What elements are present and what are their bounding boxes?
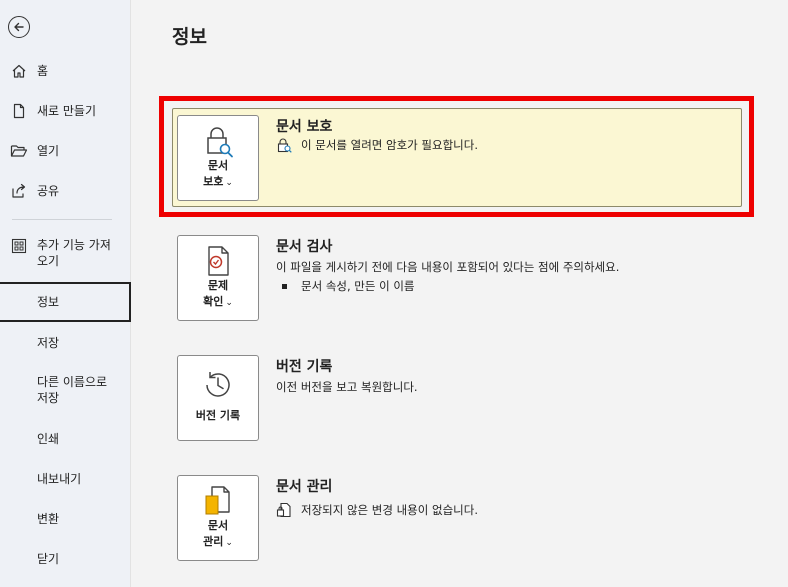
- section-title: 버전 기록: [276, 359, 333, 375]
- back-arrow-icon: [14, 22, 24, 32]
- sidebar-item-print[interactable]: 인쇄: [0, 430, 131, 448]
- sidebar-item-label: 열기: [37, 144, 60, 158]
- sidebar-item-save[interactable]: 저장: [0, 334, 131, 352]
- sidebar-divider: [12, 219, 112, 220]
- lock-search-icon: [276, 137, 292, 153]
- open-folder-icon: [10, 142, 28, 160]
- section-description: 이 파일을 게시하기 전에 다음 내용이 포함되어 있다는 점에 주의하세요.: [276, 260, 620, 274]
- sidebar-item-label: 변환: [37, 512, 60, 526]
- section-title: 문서 보호: [276, 119, 333, 135]
- sidebar-item-save-as[interactable]: 다른 이름으로 저장: [0, 374, 131, 408]
- bullet-icon: [282, 283, 287, 289]
- lock-icon: [201, 124, 235, 158]
- sidebar-item-export[interactable]: 내보내기: [0, 470, 131, 488]
- sidebar-item-close[interactable]: 닫기: [0, 550, 131, 568]
- home-icon: [10, 62, 28, 80]
- sidebar-item-info[interactable]: 정보: [0, 282, 131, 322]
- sidebar-item-label: 내보내기: [37, 472, 82, 486]
- sidebar-item-label: 인쇄: [37, 432, 60, 446]
- sidebar-item-home[interactable]: 홈: [0, 62, 131, 80]
- section-title: 문서 검사: [276, 239, 333, 255]
- history-icon: [201, 368, 235, 402]
- sidebar-item-open[interactable]: 열기: [0, 142, 131, 160]
- section-description: 이 문서를 열려면 암호가 필요합니다.: [276, 137, 478, 153]
- add-ins-icon: [10, 237, 28, 255]
- sidebar-item-label: 닫기: [37, 552, 60, 566]
- sidebar-item-label: 공유: [37, 184, 60, 198]
- chevron-down-icon: ⌄: [225, 178, 233, 188]
- document-lock-icon: [276, 502, 292, 518]
- sidebar-item-share[interactable]: 공유: [0, 182, 131, 200]
- chevron-down-icon: ⌄: [225, 298, 233, 308]
- chevron-down-icon: ⌄: [225, 538, 233, 548]
- sidebar-item-label: 추가 기능 가져 오기: [37, 238, 111, 268]
- manage-document-icon: [201, 484, 235, 518]
- inspect-document-icon: [201, 244, 235, 278]
- protect-document-button[interactable]: 문서 보호 ⌄: [177, 115, 259, 201]
- sidebar-item-label: 정보: [37, 295, 60, 309]
- version-history-button[interactable]: 버전 기록: [177, 355, 259, 441]
- page-title: 정보: [172, 26, 207, 48]
- sidebar-item-new[interactable]: 새로 만들기: [0, 102, 131, 120]
- sidebar-item-label: 홈: [37, 64, 49, 78]
- section-title: 문서 관리: [276, 479, 333, 495]
- sidebar-item-label: 다른 이름으로 저장: [37, 375, 108, 405]
- info-page: 정보 문서 보호 ⌄ 문서 보호 이 문서를 열려면 암호가 필요합니다. 문제…: [132, 0, 788, 587]
- sidebar-item-transform[interactable]: 변환: [0, 510, 131, 528]
- manage-document-button[interactable]: 문서 관리 ⌄: [177, 475, 259, 561]
- share-icon: [10, 182, 28, 200]
- backstage-sidebar: 홈 새로 만들기 열기 공유 추가 기능 가져 오기 정보 저장 다른 이름으로…: [0, 0, 131, 587]
- sidebar-item-label: 새로 만들기: [37, 104, 97, 118]
- check-for-issues-button[interactable]: 문제 확인 ⌄: [177, 235, 259, 321]
- list-item: 문서 속성, 만든 이 이름: [282, 278, 415, 294]
- back-button[interactable]: [8, 16, 30, 38]
- new-document-icon: [10, 102, 28, 120]
- sidebar-item-add-ins[interactable]: 추가 기능 가져 오기: [0, 237, 131, 271]
- section-description: 저장되지 않은 변경 내용이 없습니다.: [276, 502, 478, 518]
- section-description: 이전 버전을 보고 복원합니다.: [276, 380, 418, 394]
- sidebar-item-label: 저장: [37, 336, 60, 350]
